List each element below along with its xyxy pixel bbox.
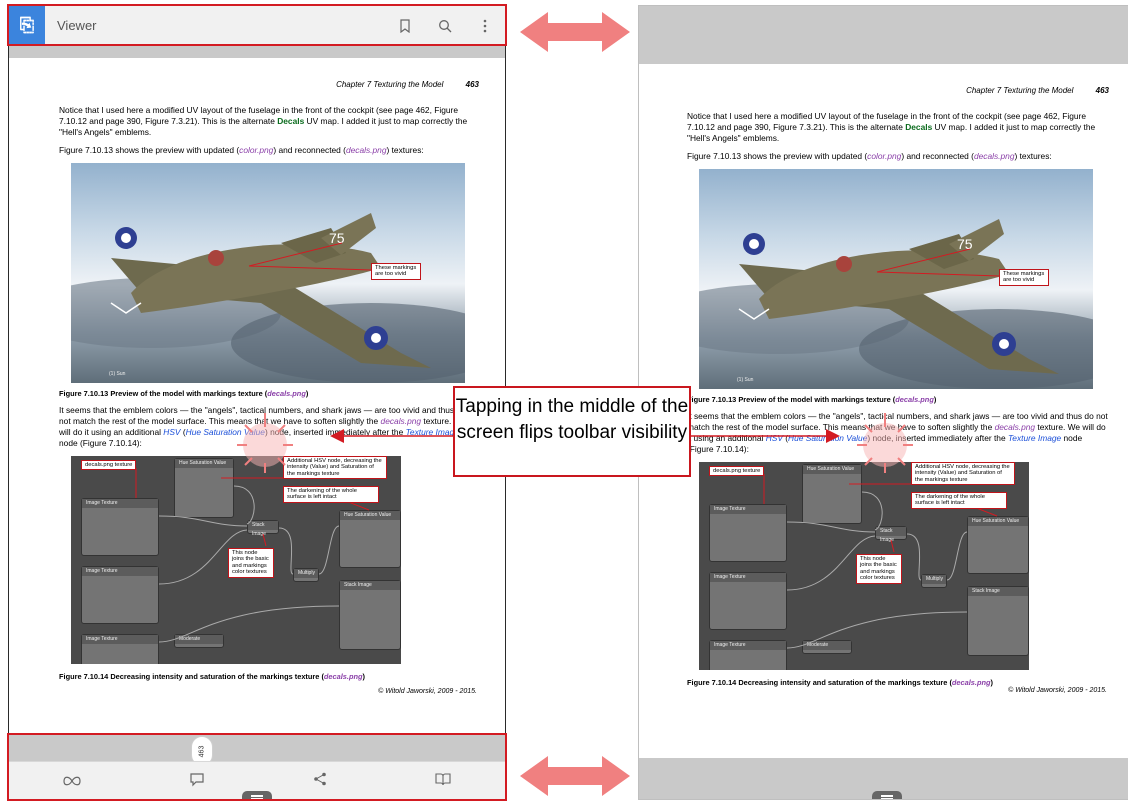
node-editor-figure: Image Texture Image Texture Image Textur… [71,456,401,664]
text: Figure 7.10.13 Preview of the model with… [59,389,268,398]
paragraph-1: Notice that I used here a modified UV la… [687,111,1109,144]
viewport-label: (1) Sun [109,371,126,377]
tap-indicator-right [857,413,913,473]
text: ) [362,672,365,681]
hidden-toolbar-band [639,6,1128,64]
callout-arrow-left [330,429,454,443]
text-file: decals.png [267,389,306,398]
airplane-render-figure: 75 These markings are too vivid (1) Sun [71,163,465,383]
figure-caption-2: Figure 7.10.14 Decreasing intensity and … [687,678,1109,687]
text: ) [305,389,309,398]
text-file: color.png [239,145,274,155]
text: ) [933,395,937,404]
tap-indicator-left [237,413,293,473]
viewport-label: (1) Sun [737,377,754,383]
figure-caption-1: Figure 7.10.13 Preview of the model with… [687,395,1109,404]
text: ) textures: [1014,151,1052,161]
note-additional-hsv: Additional HSV node, decreasing the inte… [911,462,1015,486]
text: ) and reconnected ( [901,151,974,161]
text-file: decals.png [994,422,1036,432]
text: ) [990,678,993,687]
text: Figure 7.10.13 shows the preview with up… [59,145,240,155]
chapter-title: Chapter 7 Texturing the Model [336,80,444,89]
viewer-without-toolbars: Chapter 7 Texturing the Model 463 Notice… [638,5,1128,800]
airplane-render-figure: 75 These markings are too vivid (1) Sun [699,169,1093,389]
text-file: decals.png [895,395,934,404]
figure-note-vivid: These markings are too vivid [999,269,1049,286]
text: ) textures: [386,145,424,155]
svg-text:75: 75 [957,236,973,252]
explanation-callout: Tapping in the middle of the screen flip… [453,386,691,477]
node-editor-figure: Image Texture Image Texture Image Textur… [699,462,1029,670]
text-file: decals.png [380,416,422,426]
comparison-stage: ⎘ Viewer Chapter 7 Texturing the Model 4… [0,0,1128,802]
text-file: color.png [867,151,902,161]
note-node-joins: This node joins the basic and markings c… [856,554,902,584]
document-page[interactable]: Chapter 7 Texturing the Model 463 Notice… [9,58,505,748]
figure-caption-1: Figure 7.10.13 Preview of the model with… [59,389,479,398]
text: Figure 7.10.14 Decreasing intensity and … [59,672,324,681]
text-file: decals.png [973,151,1015,161]
page-header: Chapter 7 Texturing the Model 463 [59,80,479,89]
text-file: decals.png [345,145,387,155]
toolbar-highlight-top [7,4,507,46]
page-number: 463 [1095,86,1109,95]
text-file: decals.png [951,678,991,687]
svg-text:75: 75 [329,230,345,246]
double-arrow-bottom [520,756,630,796]
note-darkening: The darkening of the whole surface is le… [283,486,379,503]
viewer-with-toolbars: ⎘ Viewer Chapter 7 Texturing the Model 4… [8,5,506,800]
figure-caption-2: Figure 7.10.14 Decreasing intensity and … [59,672,479,681]
note-darkening: The darkening of the whole surface is le… [911,492,1007,509]
text-term: HSV [163,427,181,437]
copyright-text: © Witold Jaworski, 2009 - 2015. [1008,687,1107,694]
page-header: Chapter 7 Texturing the Model 463 [687,86,1109,95]
text: ) and reconnected ( [273,145,346,155]
paragraph-2: Figure 7.10.13 shows the preview with up… [59,145,479,156]
note-decals-texture: decals.png texture [81,460,137,471]
figure-note-vivid: These markings are too vivid [371,263,421,280]
text: Figure 7.10.13 Preview of the model with… [687,395,896,404]
drawer-handle-icon[interactable] [872,791,902,799]
callout-arrow-right [690,429,840,443]
chapter-title: Chapter 7 Texturing the Model [966,86,1074,95]
toolbar-highlight-bottom [7,733,507,801]
copyright-text: © Witold Jaworski, 2009 - 2015. [378,688,477,695]
text: Figure 7.10.13 shows the preview with up… [687,151,868,161]
text-file: decals.png [323,672,363,681]
text-bold: Decals [277,116,305,126]
note-decals-texture: decals.png texture [709,466,765,477]
double-arrow-top [520,12,630,52]
text-term: Texture Image [1007,433,1062,443]
toolbar-shadow-band [9,46,505,58]
text-bold: Decals [905,122,933,132]
text: Figure 7.10.14 Decreasing intensity and … [687,678,952,687]
page-number: 463 [465,80,479,89]
paragraph-1: Notice that I used here a modified UV la… [59,105,479,138]
text: node (Figure 7.10.14): [59,438,142,448]
paragraph-2: Figure 7.10.13 shows the preview with up… [687,151,1109,162]
note-node-joins: This node joins the basic and markings c… [228,548,274,578]
